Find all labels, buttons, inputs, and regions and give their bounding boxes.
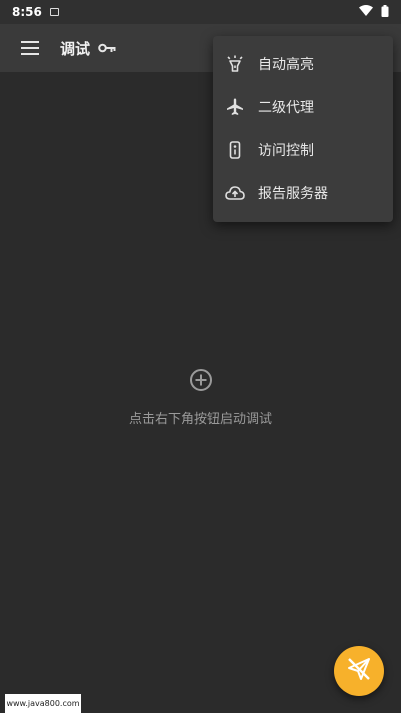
notification-icon [49, 8, 59, 16]
hamburger-menu-icon[interactable] [10, 28, 50, 68]
cloud-upload-icon [225, 183, 245, 203]
empty-state-message: 点击右下角按钮启动调试 [128, 412, 272, 427]
menu-item-label: 访问控制 [258, 142, 314, 159]
watermark: www.java800.com [5, 694, 81, 713]
status-right [359, 4, 389, 20]
status-bar: 8:56 [0, 0, 401, 24]
screen: 8:56 调试 点击右下角按钮启动调试 自动高亮 二级代理 访问控制 报告服务器… [0, 0, 401, 713]
send-off-icon [346, 656, 372, 686]
status-time: 8:56 [12, 5, 42, 19]
page-title: 调试 [60, 39, 91, 58]
start-debug-fab[interactable] [334, 646, 384, 696]
wifi-icon [359, 5, 373, 19]
remote-icon [225, 140, 245, 160]
menu-item-secondary-proxy[interactable]: 二级代理 [213, 85, 393, 128]
lamp-icon [225, 54, 245, 74]
menu-item-label: 报告服务器 [258, 185, 328, 202]
key-icon[interactable] [98, 43, 116, 53]
airplane-icon [225, 97, 245, 117]
menu-item-access-control[interactable]: 访问控制 [213, 128, 393, 171]
overflow-menu: 自动高亮 二级代理 访问控制 报告服务器 [213, 36, 393, 222]
battery-icon [381, 4, 389, 20]
menu-item-label: 二级代理 [258, 99, 314, 116]
add-circle-icon[interactable] [189, 368, 213, 396]
menu-item-report-server[interactable]: 报告服务器 [213, 171, 393, 214]
menu-item-auto-highlight[interactable]: 自动高亮 [213, 42, 393, 85]
empty-state: 点击右下角按钮启动调试 [0, 368, 401, 427]
menu-item-label: 自动高亮 [258, 56, 314, 73]
